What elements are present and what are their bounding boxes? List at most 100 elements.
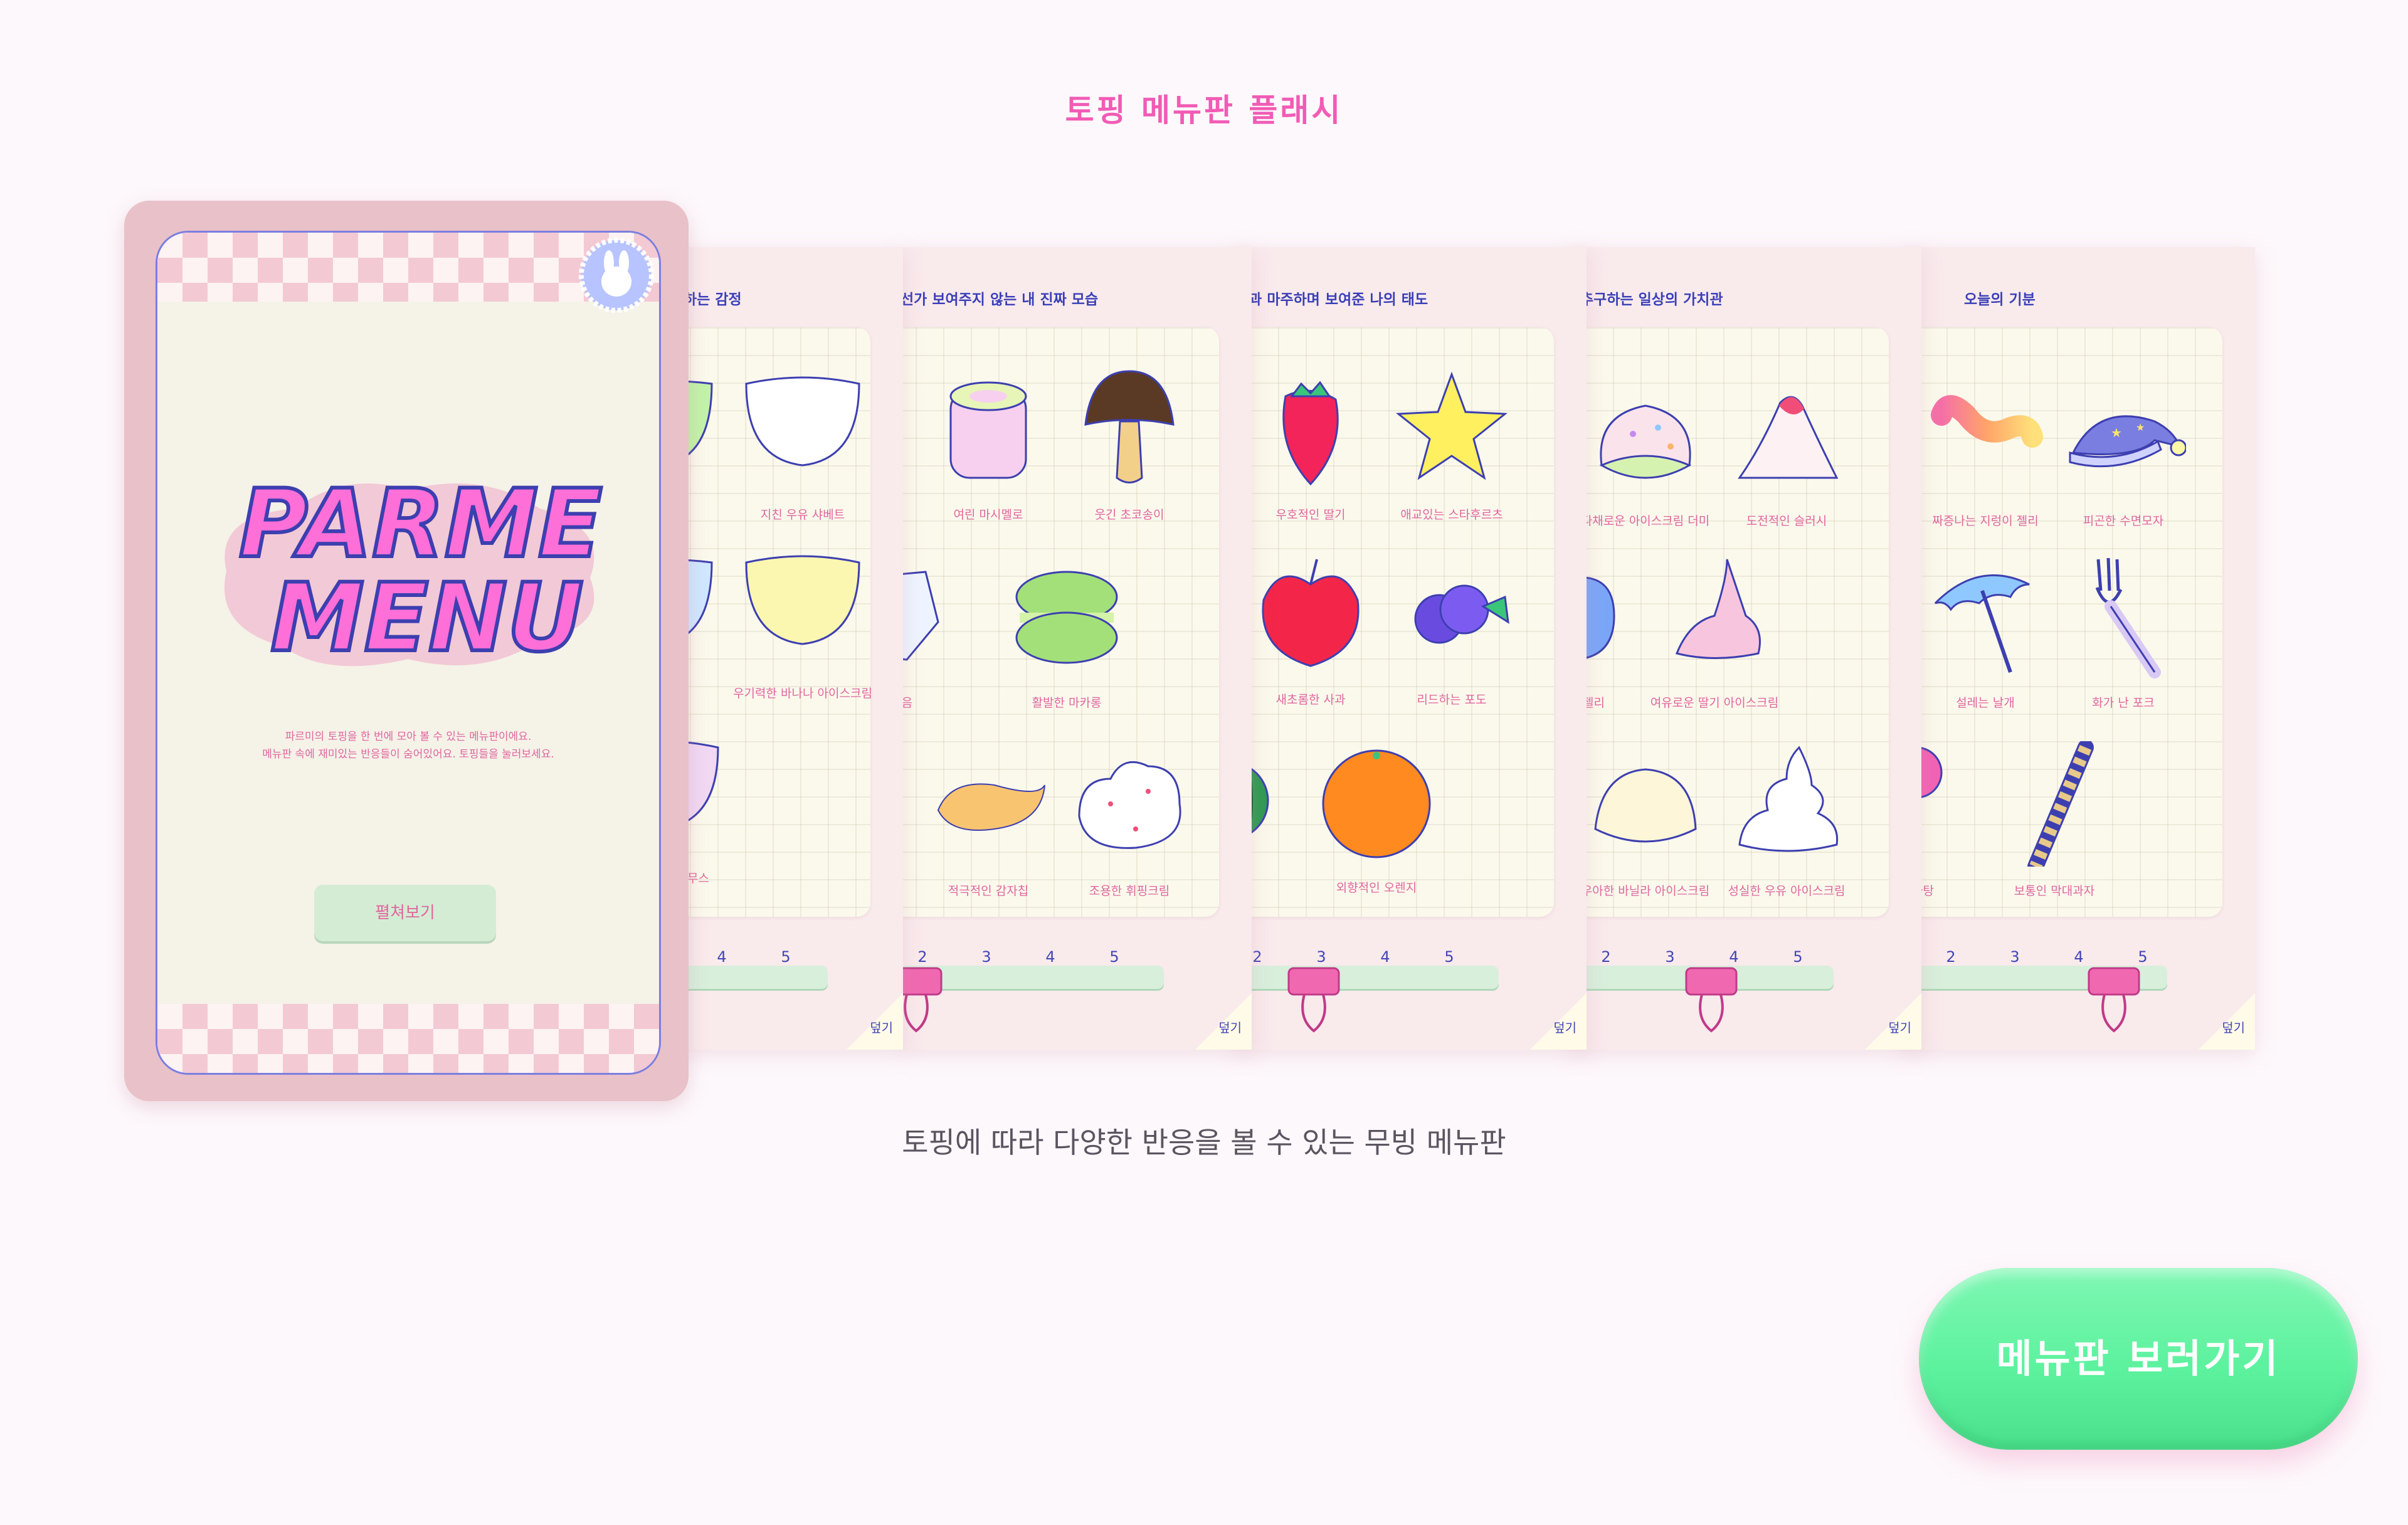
binder-clip-icon[interactable]: [2086, 962, 2142, 1037]
close-label[interactable]: 덮기: [1218, 1018, 1242, 1036]
logo-line-2: MENU: [268, 564, 585, 673]
cover-panel: PARME MENU 파르미의 토핑을 한 번에 모아 볼 수 있는 메뉴판이에…: [156, 231, 661, 1075]
svg-text:★: ★: [2111, 425, 2122, 440]
view-menu-button[interactable]: 메뉴판 보러가기: [1919, 1268, 2358, 1450]
topping-apple[interactable]: 새초롬한 사과: [1248, 550, 1373, 707]
topping-icecream-pile[interactable]: 다채로운 아이스크림 더미: [1582, 371, 1709, 528]
topping-label: 웃긴 초코송이: [1094, 508, 1164, 522]
topping-gummy-worm[interactable]: 짜증나는 지렁이 젤리: [1923, 371, 2048, 528]
topping-stick-cookie[interactable]: 보통인 막대과자: [1992, 741, 2117, 898]
topping-potato-chip[interactable]: 적극적인 감자칩: [926, 741, 1051, 898]
topping-marshmallow[interactable]: 여린 마시멜로: [926, 365, 1051, 522]
topping-banana-icecream[interactable]: 우기력한 바나나 아이스크림: [733, 544, 872, 700]
menu-page-5[interactable]: 오늘의 기분 짜증나는 지렁이 젤리 ★ ★ 피곤한 수면모자 설레는 날개 화…: [1904, 247, 2255, 1050]
parme-menu-logo: PARME MENU: [201, 458, 615, 684]
topping-strawberry-icecream[interactable]: 여유로운 딸기 아이스크림: [1650, 553, 1778, 710]
topping-ice[interactable]: 한 얼음: [900, 553, 957, 710]
logo-line-1: PARME: [237, 470, 605, 579]
topping-label: 지친 우유 샤베트: [760, 508, 845, 522]
open-menu-button[interactable]: 펼쳐보기: [314, 885, 496, 941]
strawberry-icecream-icon: [1675, 559, 1761, 659]
topping-grape[interactable]: 리드하는 포도: [1389, 550, 1514, 707]
menu-page-2[interactable]: 선가 보여주지 않는 내 진짜 모습 여린 마시멜로 웃긴 초코송이 음 활발한…: [900, 247, 1252, 1050]
level-steps: 2345: [1252, 948, 1454, 966]
topping-orange[interactable]: 외향적인 오렌지: [1314, 738, 1439, 895]
topping-sleep-cap[interactable]: ★ ★ 피곤한 수면모자: [2061, 371, 2186, 528]
close-label[interactable]: 덮기: [1553, 1018, 1576, 1036]
starfruit-icon: [1395, 371, 1508, 480]
topping-label: 외향적인 오렌지: [1336, 881, 1417, 895]
topping-label: 피곤한 수면모자: [2083, 514, 2164, 528]
binder-clip-icon[interactable]: [1683, 962, 1740, 1037]
topping-label: 성실한 우유 아이스크림: [1728, 884, 1846, 898]
menu-page-4[interactable]: 추구하는 일상의 가치관 다채로운 아이스크림 더미 도전적인 슬러시 젤리 여…: [1570, 247, 1921, 1050]
topping-grid: 다채로운 아이스크림 더미 도전적인 슬러시 소다젤리 여유로운 딸기: [1570, 327, 1889, 917]
close-label[interactable]: 덮기: [2222, 1018, 2245, 1036]
topping-grid: 여린 마시멜로 웃긴 초코송이 한 얼음: [900, 327, 1219, 917]
topping-starfruit[interactable]: 애교있는 스타후르츠: [1389, 365, 1514, 522]
cover-description-line-1: 파르미의 토핑을 한 번에 모아 볼 수 있는 메뉴판이에요.: [285, 731, 532, 743]
topping-label: 리드하는 포도: [1417, 693, 1487, 707]
topping-label: 활발한 마카롱: [1032, 696, 1102, 710]
bunny-badge-icon: [579, 238, 654, 313]
close-label[interactable]: 덮기: [870, 1018, 893, 1036]
orange-icon: [1322, 749, 1431, 858]
page-subtitle: 토핑에 따라 다양한 반응을 볼 수 있는 무빙 메뉴판: [902, 1126, 1506, 1159]
gummy-worm-icon: [1931, 395, 2043, 448]
topping-slush[interactable]: 도전적인 슬러시: [1724, 371, 1849, 528]
milk-icecream-icon: [1738, 746, 1839, 852]
cover-description: 파르미의 토핑을 한 번에 모아 볼 수 있는 메뉴판이에요. 메뉴판 속에 재…: [157, 728, 659, 763]
checker-border-bottom: [157, 1004, 659, 1073]
cover-description-line-2: 메뉴판 속에 재미있는 반응들이 숨어있어요. 토핑들을 눌러보세요.: [262, 748, 554, 761]
page-heading: 추구하는 일상의 가치관: [1580, 292, 1723, 308]
sleep-cap-icon: ★ ★: [2069, 415, 2186, 468]
topping-label: 우기력한 바나나 아이스크림: [733, 687, 872, 700]
potato-chip-icon: [937, 783, 1045, 831]
topping-strawberry[interactable]: 우호적인 딸기: [1248, 365, 1373, 522]
binder-clip-icon[interactable]: [1286, 962, 1342, 1037]
level-steps: 45: [717, 948, 791, 966]
umbrella-icon: [1934, 574, 2030, 673]
slush-icon: [1738, 396, 1839, 479]
apple-icon: [1262, 559, 1360, 667]
whipped-cream-icon: [1078, 761, 1181, 849]
topping-milk-icecream[interactable]: 성실한 우유 아이스크림: [1724, 741, 1849, 898]
menu-page-3[interactable]: 들과 마주하며 보여준 나의 태도 우호적인 딸기 애교있는 스타후르츠 새초롬…: [1235, 247, 1587, 1050]
topping-milk-sherbet[interactable]: 지친 우유 샤베트: [740, 365, 865, 522]
topping-label: 보통인 막대과자: [2014, 884, 2095, 898]
milk-sherbet-icon: [745, 376, 860, 467]
vanilla-icecream-icon: [1594, 768, 1697, 843]
topping-vanilla-icecream[interactable]: 우아한 바닐라 아이스크림: [1582, 741, 1709, 898]
topping-label: 애교있는 스타후르츠: [1400, 508, 1503, 522]
grape-icon: [1414, 584, 1509, 644]
svg-text:★: ★: [2136, 421, 2145, 433]
ice-cube-icon: [900, 571, 939, 661]
strawberry-icon: [1282, 381, 1339, 486]
page-heading: 들과 마주하며 보여준 나의 태도: [1235, 292, 1428, 308]
topping-label: 조용한 휘핑크림: [1089, 884, 1170, 898]
menu-cover[interactable]: PARME MENU 파르미의 토핑을 한 번에 모아 볼 수 있는 메뉴판이에…: [124, 201, 689, 1101]
topping-whipped-cream[interactable]: 조용한 휘핑크림: [1067, 741, 1192, 898]
topping-grid: 우호적인 딸기 애교있는 스타후르츠 새초롬한 사과 리드하는 포도 외향적인 …: [1235, 327, 1554, 917]
stick-cookie-icon: [2027, 741, 2094, 867]
macaron-icon: [1015, 571, 1118, 664]
topping-label: 여유로운 딸기 아이스크림: [1650, 696, 1779, 710]
close-label[interactable]: 덮기: [1888, 1018, 1911, 1036]
banana-icecream-icon: [745, 555, 860, 645]
topping-choco-mushroom[interactable]: 웃긴 초코송이: [1067, 365, 1192, 522]
topping-macaron[interactable]: 활발한 마카롱: [1004, 553, 1129, 710]
topping-fork[interactable]: 화가 난 포크: [2061, 553, 2186, 710]
marshmallow-icon: [949, 381, 1027, 479]
binder-clip-icon[interactable]: [900, 962, 944, 1037]
topping-label: 화가 난 포크: [2092, 696, 2155, 710]
choco-mushroom-icon: [1084, 370, 1175, 483]
topping-umbrella[interactable]: 설레는 날개: [1923, 553, 2048, 710]
page-heading: 하는 감정: [684, 292, 742, 308]
topping-grid: 짜증나는 지렁이 젤리 ★ ★ 피곤한 수면모자 설레는 날개 화가 난 포크 …: [1904, 327, 2222, 917]
page-heading: 선가 보여주지 않는 내 진짜 모습: [900, 292, 1099, 308]
level-slider[interactable]: [1235, 966, 1499, 991]
page-heading: 오늘의 기분: [1964, 292, 2036, 308]
fork-icon: [2095, 557, 2161, 678]
icecream-pile-icon: [1599, 404, 1692, 479]
topping-label: 도전적인 슬러시: [1746, 514, 1827, 528]
